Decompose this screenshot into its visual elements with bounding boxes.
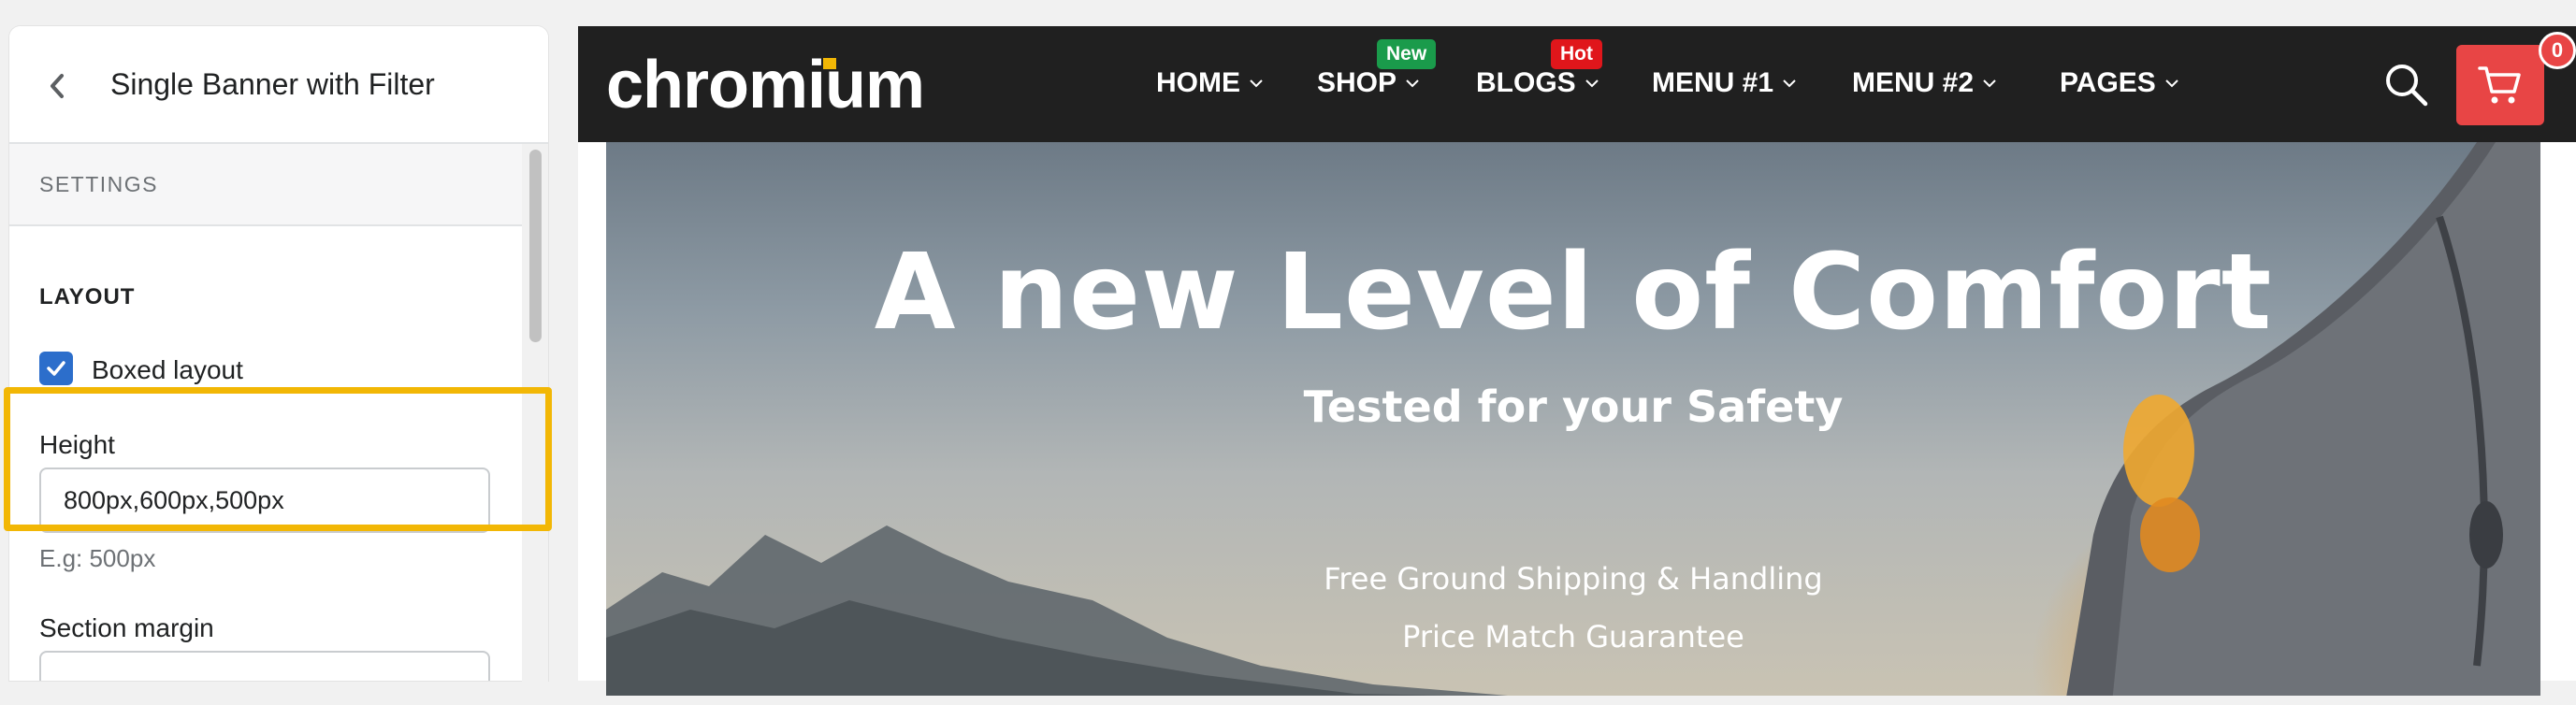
badge-new: New <box>1377 39 1437 69</box>
settings-scroll-area: SETTINGS LAYOUT Boxed layout Height E.g:… <box>9 144 522 681</box>
panel-title: Single Banner with Filter <box>110 67 435 101</box>
settings-content: SETTINGS LAYOUT Boxed layout Height E.g:… <box>9 144 522 681</box>
checkmark-icon <box>47 361 65 376</box>
chevron-down-icon <box>1585 79 1599 88</box>
chevron-down-icon <box>1783 79 1796 88</box>
badge-hot: Hot <box>1551 39 1602 69</box>
nav-pages[interactable]: PAGES <box>2060 67 2180 99</box>
settings-section-header: SETTINGS <box>9 144 522 226</box>
nav-menu-1[interactable]: MENU #1 <box>1652 67 1798 99</box>
chevron-down-icon <box>2165 79 2178 88</box>
panel-header: Single Banner with Filter <box>9 26 548 144</box>
hero-feature-2: Price Match Guarantee <box>1402 619 1744 655</box>
search-button[interactable] <box>2383 62 2430 108</box>
store-logo[interactable]: chromium <box>606 47 925 123</box>
nav-menu-1-label: MENU #1 <box>1652 67 1774 98</box>
chevron-left-icon <box>51 74 64 98</box>
scrollbar-thumb[interactable] <box>529 150 542 342</box>
cart-count-badge: 0 <box>2539 32 2576 69</box>
settings-section-label: SETTINGS <box>39 172 159 196</box>
chevron-down-icon <box>1983 79 1996 88</box>
nav-shop-label: SHOP <box>1317 67 1397 98</box>
section-margin-label: Section margin <box>39 613 214 642</box>
nav-blogs-label: BLOGS <box>1476 67 1576 98</box>
nav-home[interactable]: HOME <box>1156 67 1265 99</box>
boxed-layout-label: Boxed layout <box>92 355 243 384</box>
nav-menu-2-label: MENU #2 <box>1852 67 1975 98</box>
nav-home-label: HOME <box>1156 67 1240 98</box>
hero-subtitle: Tested for your Safety <box>1303 381 1844 432</box>
nav-blogs[interactable]: BLOGS <box>1476 67 1600 99</box>
height-help-text: E.g: 500px <box>39 544 156 572</box>
chevron-down-icon <box>1250 79 1263 88</box>
search-icon <box>2386 65 2428 107</box>
cart-icon <box>2478 66 2521 104</box>
mountain-illustration <box>606 525 1508 696</box>
chevron-down-icon <box>1406 79 1419 88</box>
cart-button[interactable] <box>2456 45 2544 125</box>
store-preview: chromium HOME SHOP New BLOGS Hot MENU #1… <box>578 26 2576 696</box>
layout-heading: LAYOUT <box>39 284 136 309</box>
hero-banner: A new Level of Comfort Tested for your S… <box>606 142 2540 696</box>
editor-panel: Single Banner with Filter SETTINGS LAYOU… <box>9 26 548 681</box>
logo-accent <box>823 58 836 69</box>
store-navbar: chromium HOME SHOP New BLOGS Hot MENU #1… <box>578 26 2576 142</box>
hero-feature-1: Free Ground Shipping & Handling <box>1324 561 1823 597</box>
section-margin-input[interactable] <box>39 651 490 681</box>
back-button[interactable] <box>32 64 82 108</box>
boxed-layout-checkbox[interactable] <box>39 352 73 385</box>
nav-menu-2[interactable]: MENU #2 <box>1852 67 1998 99</box>
height-input[interactable] <box>39 468 490 533</box>
hero-title: A new Level of Comfort <box>874 232 2273 353</box>
settings-scrollbar[interactable] <box>522 144 548 705</box>
nav-pages-label: PAGES <box>2060 67 2156 98</box>
nav-shop[interactable]: SHOP <box>1317 67 1421 99</box>
height-label: Height <box>39 430 115 459</box>
